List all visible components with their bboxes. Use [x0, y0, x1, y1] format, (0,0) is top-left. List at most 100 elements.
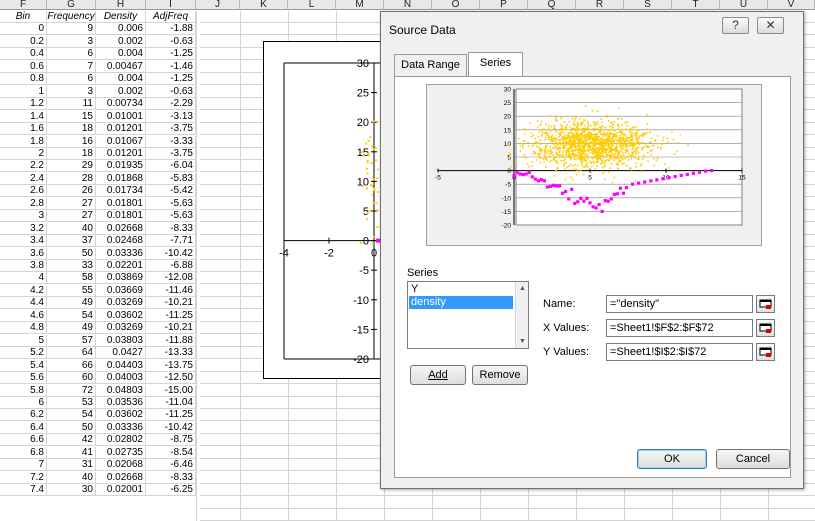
- table-cell[interactable]: -1.88: [146, 23, 196, 36]
- table-cell[interactable]: 54: [47, 309, 96, 322]
- table-cell[interactable]: -10.21: [146, 322, 196, 335]
- table-cell[interactable]: 50: [47, 247, 96, 260]
- table-cell[interactable]: 0.03669: [96, 284, 146, 297]
- column-title[interactable]: AdjFreq: [146, 11, 196, 23]
- table-cell[interactable]: 50: [47, 421, 96, 434]
- table-cell[interactable]: -1.25: [146, 48, 196, 61]
- table-cell[interactable]: 7: [47, 60, 96, 73]
- table-cell[interactable]: 0.02068: [96, 459, 146, 472]
- table-cell[interactable]: 0.04003: [96, 372, 146, 385]
- name-range-button[interactable]: [756, 295, 775, 313]
- table-cell[interactable]: -12.50: [146, 372, 196, 385]
- help-button[interactable]: ?: [722, 17, 749, 34]
- table-cell[interactable]: 2.8: [0, 197, 47, 210]
- table-cell[interactable]: 2.6: [0, 185, 47, 198]
- table-cell[interactable]: 9: [47, 23, 96, 36]
- table-cell[interactable]: -7.71: [146, 235, 196, 248]
- table-cell[interactable]: -11.25: [146, 409, 196, 422]
- table-cell[interactable]: 4.6: [0, 309, 47, 322]
- table-cell[interactable]: -6.88: [146, 260, 196, 272]
- table-cell[interactable]: 1.2: [0, 98, 47, 111]
- table-cell[interactable]: -5.83: [146, 172, 196, 185]
- table-cell[interactable]: 0.006: [96, 23, 146, 36]
- table-cell[interactable]: 0.004: [96, 48, 146, 61]
- table-cell[interactable]: -1.46: [146, 60, 196, 73]
- table-cell[interactable]: 7: [0, 459, 47, 472]
- table-cell[interactable]: 3.4: [0, 235, 47, 248]
- table-cell[interactable]: 41: [47, 446, 96, 459]
- column-header[interactable]: R: [576, 0, 624, 10]
- table-cell[interactable]: 0.03869: [96, 272, 146, 285]
- table-cell[interactable]: 0.02468: [96, 235, 146, 248]
- table-cell[interactable]: 1: [0, 85, 47, 98]
- x-values-range-button[interactable]: [756, 319, 775, 337]
- table-cell[interactable]: 33: [47, 260, 96, 272]
- table-cell[interactable]: 0.01801: [96, 197, 146, 210]
- table-cell[interactable]: -3.13: [146, 110, 196, 123]
- scroll-up-icon[interactable]: ▲: [517, 283, 528, 294]
- column-header[interactable]: N: [384, 0, 432, 10]
- column-title[interactable]: Frequency: [47, 11, 96, 23]
- name-field[interactable]: ="density": [606, 295, 753, 313]
- table-cell[interactable]: -12.08: [146, 272, 196, 285]
- table-cell[interactable]: 16: [47, 135, 96, 148]
- table-cell[interactable]: 0.2: [0, 35, 47, 48]
- column-header[interactable]: P: [480, 0, 528, 10]
- table-cell[interactable]: 0.02001: [96, 484, 146, 497]
- series-listbox[interactable]: Y density ▲ ▼: [407, 281, 529, 349]
- table-cell[interactable]: 6.4: [0, 421, 47, 434]
- table-cell[interactable]: 0.04403: [96, 359, 146, 372]
- table-cell[interactable]: 0.03269: [96, 322, 146, 335]
- table-cell[interactable]: 6.8: [0, 446, 47, 459]
- table-cell[interactable]: 0.0427: [96, 347, 146, 360]
- table-cell[interactable]: 42: [47, 434, 96, 447]
- column-header[interactable]: J: [196, 0, 240, 10]
- table-cell[interactable]: -3.75: [146, 123, 196, 136]
- table-cell[interactable]: -5.63: [146, 210, 196, 223]
- table-cell[interactable]: 0.01935: [96, 160, 146, 173]
- table-cell[interactable]: 57: [47, 334, 96, 347]
- table-cell[interactable]: 0.04803: [96, 384, 146, 397]
- table-cell[interactable]: 4.2: [0, 284, 47, 297]
- table-cell[interactable]: 18: [47, 147, 96, 160]
- table-cell[interactable]: 58: [47, 272, 96, 285]
- table-cell[interactable]: 0.01001: [96, 110, 146, 123]
- table-cell[interactable]: 6: [0, 396, 47, 409]
- table-cell[interactable]: 0.01868: [96, 172, 146, 185]
- table-cell[interactable]: 54: [47, 409, 96, 422]
- table-cell[interactable]: 40: [47, 471, 96, 484]
- table-cell[interactable]: -1.25: [146, 73, 196, 86]
- table-cell[interactable]: 6: [47, 48, 96, 61]
- table-cell[interactable]: 6: [47, 73, 96, 86]
- table-cell[interactable]: 0.03336: [96, 247, 146, 260]
- table-cell[interactable]: -8.33: [146, 471, 196, 484]
- close-button[interactable]: ✕: [757, 17, 784, 34]
- table-cell[interactable]: 5.6: [0, 372, 47, 385]
- column-header[interactable]: G: [47, 0, 96, 10]
- table-cell[interactable]: -10.42: [146, 247, 196, 260]
- table-cell[interactable]: 11: [47, 98, 96, 111]
- table-cell[interactable]: -11.88: [146, 334, 196, 347]
- table-cell[interactable]: 1.6: [0, 123, 47, 136]
- embedded-chart[interactable]: 302520151050-5-10-15-20-4-20: [263, 41, 391, 379]
- table-cell[interactable]: -8.75: [146, 434, 196, 447]
- table-cell[interactable]: 0.03536: [96, 396, 146, 409]
- column-header[interactable]: S: [624, 0, 672, 10]
- listbox-scrollbar[interactable]: ▲ ▼: [515, 282, 528, 348]
- table-cell[interactable]: 7.4: [0, 484, 47, 497]
- table-cell[interactable]: -0.63: [146, 85, 196, 98]
- table-cell[interactable]: 0.004: [96, 73, 146, 86]
- table-cell[interactable]: 30: [47, 484, 96, 497]
- table-cell[interactable]: 53: [47, 396, 96, 409]
- table-cell[interactable]: 0.01734: [96, 185, 146, 198]
- table-cell[interactable]: 0.01067: [96, 135, 146, 148]
- table-cell[interactable]: 0.02668: [96, 471, 146, 484]
- tab-series[interactable]: Series: [468, 52, 523, 76]
- table-cell[interactable]: 49: [47, 322, 96, 335]
- table-cell[interactable]: 5.4: [0, 359, 47, 372]
- table-cell[interactable]: -8.54: [146, 446, 196, 459]
- table-cell[interactable]: 60: [47, 372, 96, 385]
- table-cell[interactable]: 0.03803: [96, 334, 146, 347]
- table-cell[interactable]: 4: [0, 272, 47, 285]
- table-cell[interactable]: 26: [47, 185, 96, 198]
